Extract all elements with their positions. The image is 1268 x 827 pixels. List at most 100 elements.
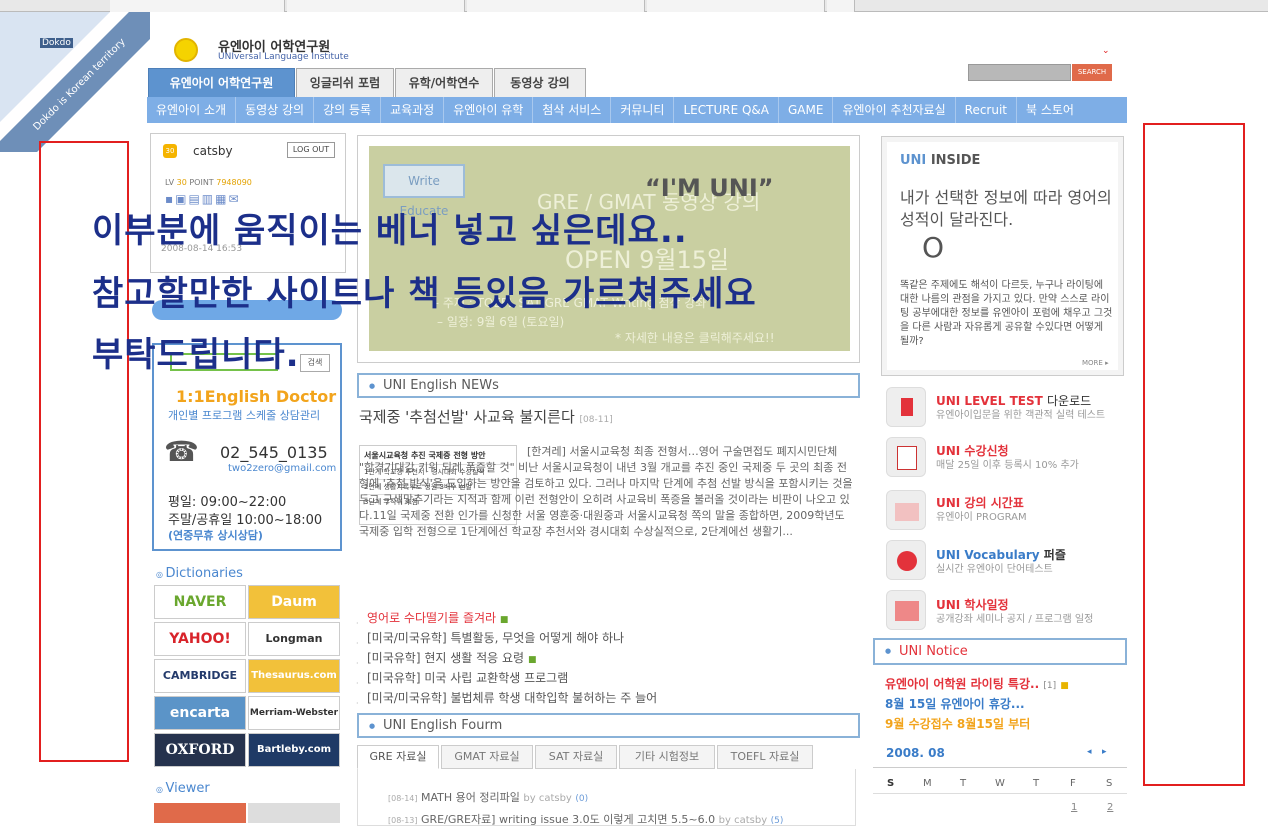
- subnav-item[interactable]: 강의 등록: [314, 97, 382, 123]
- tab-video-lectures[interactable]: 동영상 강의: [494, 68, 586, 98]
- post-count: (5): [770, 816, 784, 826]
- subnav-item[interactable]: 유엔아이 유학: [444, 97, 534, 123]
- subnav-item[interactable]: 커뮤니티: [611, 97, 675, 123]
- post-count: (0): [575, 794, 589, 804]
- calendar-date[interactable]: 1: [1071, 802, 1077, 813]
- browser-tab[interactable]: [647, 0, 825, 12]
- news-item[interactable]: [미국유학] 미국 사립 교환학생 프로그램: [367, 669, 568, 686]
- registration-icon: [886, 437, 926, 477]
- phone-number: 02_545_0135: [220, 443, 328, 462]
- calendar-next-icon[interactable]: ▸: [1102, 747, 1107, 757]
- uni-inside-title: UNI INSIDE: [900, 153, 980, 168]
- hours-weekday: 평일: 09:00~22:00: [168, 495, 287, 510]
- forum-tab-other[interactable]: 기타 시험정보: [619, 745, 715, 769]
- uni-inside-box[interactable]: UNI INSIDE 내가 선택한 정보에 따라 영어의 성적이 달라진다. O…: [881, 136, 1124, 376]
- forum-tab-sat[interactable]: SAT 자료실: [535, 745, 617, 769]
- dict-thesaurus[interactable]: Thesaurus.com: [248, 659, 340, 693]
- contact-email[interactable]: two2zero@gmail.com: [228, 463, 336, 474]
- weekday: M: [923, 778, 932, 789]
- post-date: [08-14]: [388, 794, 418, 803]
- browser-tab[interactable]: [287, 0, 465, 12]
- search-button[interactable]: SEARCH: [1072, 64, 1112, 81]
- annotation-line-1: 이부분에 움직이는 베너 넣고 싶은데요..: [92, 211, 688, 251]
- dict-encarta[interactable]: encarta: [154, 696, 246, 730]
- logo-icon[interactable]: [174, 38, 198, 62]
- forum-tab-gmat[interactable]: GMAT 자료실: [441, 745, 533, 769]
- tab-study-abroad[interactable]: 유학/어학연수: [395, 68, 493, 98]
- dictionaries-heading: ◎ Dictionaries: [156, 566, 243, 581]
- notice-item[interactable]: 유엔아이 어학원 라이팅 특강.. [1] ■: [885, 675, 1069, 692]
- calendar-prev-icon[interactable]: ◂: [1087, 747, 1092, 757]
- weekday: W: [995, 778, 1005, 789]
- forum-tab-toefl[interactable]: TOEFL 자료실: [717, 745, 813, 769]
- browser-tab[interactable]: [827, 0, 855, 12]
- vocabulary-icon: [886, 540, 926, 580]
- tab-english-forum[interactable]: 잉글리쉬 포럼: [296, 68, 394, 98]
- notice-item-text[interactable]: 유엔아이 어학원 라이팅 특강..: [885, 677, 1039, 691]
- subnav-item[interactable]: 교육과정: [381, 97, 445, 123]
- subnav-item[interactable]: LECTURE Q&A: [674, 97, 779, 123]
- small-search-button[interactable]: 검색: [300, 354, 330, 372]
- subnav-item[interactable]: Recruit: [956, 97, 1017, 123]
- point-value: 7948090: [216, 178, 252, 187]
- calendar-date[interactable]: 2: [1107, 802, 1113, 813]
- dict-merriam-webster[interactable]: Merriam-Webster: [248, 696, 340, 730]
- dict-yahoo[interactable]: YAHOO!: [154, 622, 246, 656]
- dokdo-ribbon[interactable]: Dokdo Dokdo is Korean territory: [0, 12, 150, 152]
- banner-quote: “I'M UNI”: [645, 174, 774, 202]
- dictionaries-title: Dictionaries: [165, 566, 243, 581]
- subnav-item[interactable]: GAME: [779, 97, 834, 123]
- notice-item[interactable]: 9월 수강접수 8월15일 부터: [885, 715, 1030, 732]
- new-icon: ■: [527, 655, 537, 665]
- dict-cambridge[interactable]: CAMBRIDGE: [154, 659, 246, 693]
- browser-tab[interactable]: [467, 0, 645, 12]
- browser-tab[interactable]: [110, 0, 285, 12]
- news-item[interactable]: [미국/미국유학] 특별활동, 무엇을 어떻게 해야 하나: [367, 629, 624, 646]
- uni-inside-more[interactable]: MORE ▸: [1082, 359, 1109, 367]
- bullet-icon: ◎: [156, 785, 166, 794]
- subnav-item[interactable]: 유엔아이 소개: [147, 97, 237, 123]
- new-icon: ■: [1060, 681, 1069, 691]
- more-label[interactable]: MORE: [1082, 359, 1103, 367]
- subnav-item[interactable]: 유엔아이 추천자료실: [833, 97, 956, 123]
- banner-line2: – 일정: 9월 6일 (토요일): [437, 315, 565, 329]
- chevron-down-icon[interactable]: ⌄: [1102, 46, 1110, 56]
- level-badge-icon: 30: [163, 144, 177, 158]
- news-item-text[interactable]: 영어로 수다떨기를 즐겨라: [367, 611, 496, 625]
- news-body: [한겨레] 서울시교육청 최종 전형서…영어 구술면접도 폐지시민단체 "합격기…: [359, 445, 853, 538]
- level-value: 30: [176, 178, 187, 187]
- logo-subtitle: UNIversal Language Institute: [218, 52, 349, 62]
- hours-weekend: 주말/공휴일 10:00~18:00: [168, 513, 323, 528]
- news-headline[interactable]: 국제중 '추첨선발' 사교육 불지른다 [08-11]: [359, 406, 613, 427]
- weekday: S: [887, 778, 895, 789]
- forum-tab-gre[interactable]: GRE 자료실: [357, 745, 439, 769]
- forum-post[interactable]: [08-13] GRE/GRE자료] writing issue 3.0도 이렇…: [388, 811, 783, 827]
- forum-post[interactable]: [08-14] MATH 용어 정리파일 by catsby (0): [388, 789, 588, 805]
- post-title[interactable]: GRE/GRE자료] writing issue 3.0도 이렇게 고치면 5.…: [421, 813, 715, 826]
- news-item-text[interactable]: [미국유학] 현지 생활 적응 요령: [367, 651, 524, 665]
- logout-button[interactable]: LOG OUT: [287, 142, 335, 158]
- hangul-viewer-link[interactable]: [248, 803, 340, 823]
- news-headline-text[interactable]: 국제중 '추첨선발' 사교육 불지른다: [359, 408, 575, 426]
- subnav-item[interactable]: 동영상 강의: [236, 97, 315, 123]
- dict-naver[interactable]: NAVER: [154, 585, 246, 619]
- notice-item[interactable]: 8월 15일 유엔아이 휴강...: [885, 695, 1025, 712]
- dict-daum[interactable]: Daum: [248, 585, 340, 619]
- dict-bartleby[interactable]: Bartleby.com: [248, 733, 340, 767]
- browser-tab-strip: [0, 0, 1268, 12]
- bullet-icon: ◎: [156, 570, 166, 579]
- post-author: by catsby: [523, 793, 572, 804]
- viewer-heading: ◎ Viewer: [156, 781, 210, 796]
- post-title[interactable]: MATH 용어 정리파일: [421, 791, 520, 804]
- news-item[interactable]: [미국/미국유학] 불법체류 학생 대학입학 불허하는 주 늘어: [367, 689, 657, 706]
- search-input[interactable]: [968, 64, 1071, 81]
- subnav-item[interactable]: 북 스토어: [1017, 97, 1083, 123]
- tab-uni-institute[interactable]: 유엔아이 어학연구원: [148, 68, 295, 98]
- dict-longman[interactable]: Longman: [248, 622, 340, 656]
- weekday: T: [960, 778, 967, 789]
- powerpoint-viewer-link[interactable]: [154, 803, 246, 823]
- news-item[interactable]: 영어로 수다떨기를 즐겨라 ■: [367, 609, 508, 626]
- subnav-item[interactable]: 첨삭 서비스: [533, 97, 612, 123]
- dict-oxford[interactable]: OXFORD: [154, 733, 246, 767]
- news-item[interactable]: [미국유학] 현지 생활 적응 요령 ■: [367, 649, 536, 666]
